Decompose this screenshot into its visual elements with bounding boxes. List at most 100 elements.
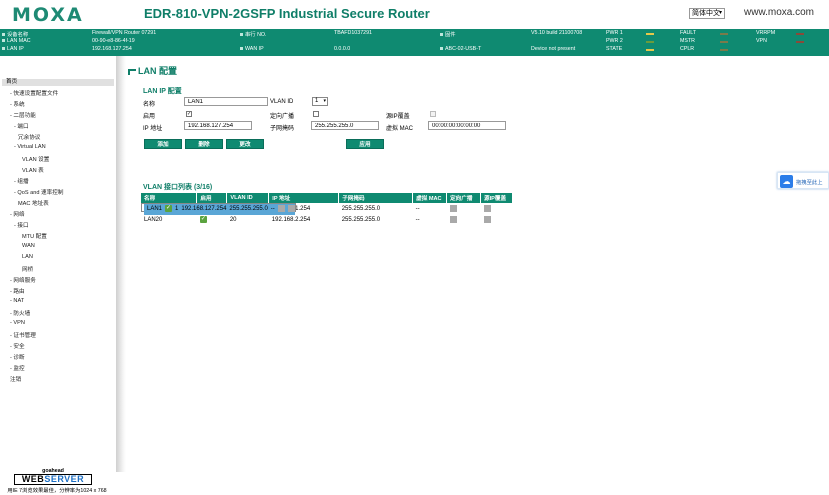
language-select[interactable]: 简体中文 ▾ (689, 8, 725, 19)
column-header[interactable]: 源IP覆盖 (480, 193, 513, 203)
add-button[interactable]: 添加 (144, 139, 182, 149)
sidebar-item[interactable]: - 安全 (10, 342, 25, 350)
device-name-label: 设备名称 (2, 30, 28, 38)
name-input[interactable] (184, 97, 268, 106)
browser-note: 用IE 7浏览效果最佳，分辨率为1024 x 768 (7, 488, 107, 494)
vrrpm-led (796, 33, 804, 35)
sidebar-item-home[interactable]: 首页 (2, 79, 114, 86)
table-cell (481, 214, 513, 225)
enabled-check-icon: ✓ (165, 205, 173, 213)
table-row[interactable]: LAN20 ✓ 20 192.168.2.254 255.255.255.0 -- (141, 214, 513, 225)
wan-ip-label: WAN IP (240, 46, 264, 52)
sidebar-item[interactable]: LAN (22, 254, 33, 260)
sidebar-item[interactable]: - 组播 (14, 177, 29, 185)
directed-broadcast-off-icon (277, 205, 285, 213)
column-header[interactable]: 虚拟 MAC (412, 193, 448, 203)
sidebar-item[interactable]: - 快速设置配置文件 (10, 89, 58, 97)
enable-label: 启用 (143, 114, 156, 120)
product-title: EDR-810-VPN-2GSFP Industrial Secure Rout… (144, 6, 430, 21)
row-vmac: -- (415, 216, 420, 223)
sidebar-nav: 首页 - 快速设置配置文件 - 系统 - 二层功能 - 端口冗余协议 - Virtual… (0, 76, 116, 494)
lan-ip-value: 192.168.127.254 (92, 46, 132, 52)
table-cell: ✓ (162, 204, 173, 215)
vlan-interface-table: 名称 启用 VLAN ID IP 地址 子网掩码 虚拟 MAC 定向广播 源IP覆盖 LAN1… (141, 193, 513, 225)
lan-mac-value: 00-90-e8-86-4f-19 (92, 38, 135, 44)
src-ip-override-off-icon (287, 205, 295, 213)
sidebar-item[interactable]: MTU 配置 (22, 232, 47, 240)
sidebar-item[interactable]: - 监控 (10, 364, 25, 372)
directed-broadcast-checkbox[interactable] (313, 111, 319, 117)
moxa-site-link[interactable]: www.moxa.com (744, 7, 814, 18)
modify-button[interactable]: 更改 (226, 139, 264, 149)
sidebar-item[interactable]: VLAN 表 (22, 166, 44, 174)
sidebar-item[interactable]: - QoS and 速率控制 (14, 188, 63, 196)
fault-label: FAULT (680, 30, 697, 36)
chevron-down-icon: ▾ (718, 10, 722, 16)
src-ip-override-checkbox[interactable] (430, 111, 436, 117)
column-header[interactable]: IP 地址 (268, 193, 340, 203)
sidebar-item[interactable]: - Virtual LAN (14, 144, 46, 150)
device-name-value: Firewall/VPN Router 07291 (92, 30, 157, 36)
serial-value: TBAFD1037291 (334, 30, 372, 36)
src-ip-override-off-icon (483, 204, 491, 212)
drag-drop-widget[interactable]: ☁ 拖拽至此上 (777, 172, 829, 189)
sidebar-item[interactable]: - 网络服务 (10, 276, 36, 284)
firmware-value: V5.10 build 21100708 (531, 30, 583, 36)
usb-value: Device not present (531, 46, 576, 52)
usb-label: ABC-02-USB-T (440, 46, 481, 52)
state-led (646, 49, 654, 51)
status-bar: 设备名称 Firewall/VPN Router 07291 串行 NO. TB… (0, 29, 829, 56)
column-header[interactable]: 名称 (141, 193, 198, 203)
sidebar-item[interactable]: - 路由 (10, 287, 25, 295)
vpn-led (796, 41, 804, 43)
sidebar-item[interactable]: WAN (22, 243, 35, 249)
row-vmac: -- (267, 204, 275, 215)
top-header: MOXA EDR-810-VPN-2GSFP Industrial Secure… (0, 0, 829, 29)
column-header[interactable]: 启用 (196, 193, 228, 203)
sidebar-item[interactable]: 注销 (10, 375, 21, 383)
sidebar-item[interactable]: - 证书管理 (10, 331, 36, 339)
sidebar-item[interactable]: 冗余协议 (18, 133, 40, 141)
sidebar-item[interactable]: - 二层功能 (10, 111, 36, 119)
table-body: LAN1✓1192.168.127.254255.255.255.0--LAN1… (141, 203, 513, 225)
sidebar-item[interactable]: VLAN 设置 (22, 155, 49, 163)
sidebar-item[interactable]: - NAT (10, 298, 24, 304)
cplr-led (720, 49, 728, 51)
row-vmac: -- (415, 205, 420, 212)
fault-led (720, 33, 728, 35)
vlanid-value: 1 (315, 98, 319, 104)
vlanid-select[interactable]: 1 ▾ (312, 97, 328, 106)
directed-broadcast-label: 定向广播 (270, 114, 295, 120)
column-header[interactable]: 子网掩码 (338, 193, 414, 203)
src-ip-override-off-icon (483, 215, 491, 223)
drag-drop-label: 拖拽至此上 (796, 180, 823, 186)
vlan-list-title: VLAN 接口列表 (3/16) (143, 184, 213, 191)
webserver-logo: goahead WEBSERVER (14, 468, 92, 485)
table-cell (481, 203, 513, 214)
sidebar-item[interactable]: MAC 地址表 (18, 199, 49, 207)
mask-input[interactable] (311, 121, 379, 130)
sidebar-item[interactable]: - VPN (10, 320, 25, 326)
column-header[interactable]: VLAN ID (226, 193, 270, 203)
column-header[interactable]: 定向广播 (446, 193, 481, 203)
vmac-input[interactable] (428, 121, 506, 130)
apply-button[interactable]: 应用 (346, 139, 384, 149)
pwr2-led (646, 41, 654, 43)
pwr2-label: PWR 2 (606, 38, 623, 44)
delete-button[interactable]: 删除 (185, 139, 223, 149)
ip-input[interactable] (184, 121, 252, 130)
vpn-label: VPN (756, 38, 767, 44)
sidebar-item[interactable]: 网桥 (22, 265, 33, 273)
table-header: 名称 启用 VLAN ID IP 地址 子网掩码 虚拟 MAC 定向广播 源IP覆盖 (141, 193, 513, 203)
sidebar-item[interactable]: - 防火墙 (10, 309, 30, 317)
enable-checkbox[interactable]: ✓ (186, 111, 192, 117)
table-cell (284, 204, 295, 215)
sidebar-item[interactable]: - 端口 (14, 122, 29, 130)
sidebar-item[interactable]: - 诊断 (10, 353, 25, 361)
state-label: STATE (606, 46, 623, 52)
sidebar-item[interactable]: - 网络 (10, 210, 25, 218)
table-row[interactable]: LAN1 ✓ 1 192.168.127.254 255.255.255.0 -- (141, 203, 296, 215)
sidebar-item[interactable]: - 系统 (10, 100, 25, 108)
moxa-logo: MOXA (12, 4, 84, 26)
sidebar-item[interactable]: - 接口 (14, 221, 29, 229)
